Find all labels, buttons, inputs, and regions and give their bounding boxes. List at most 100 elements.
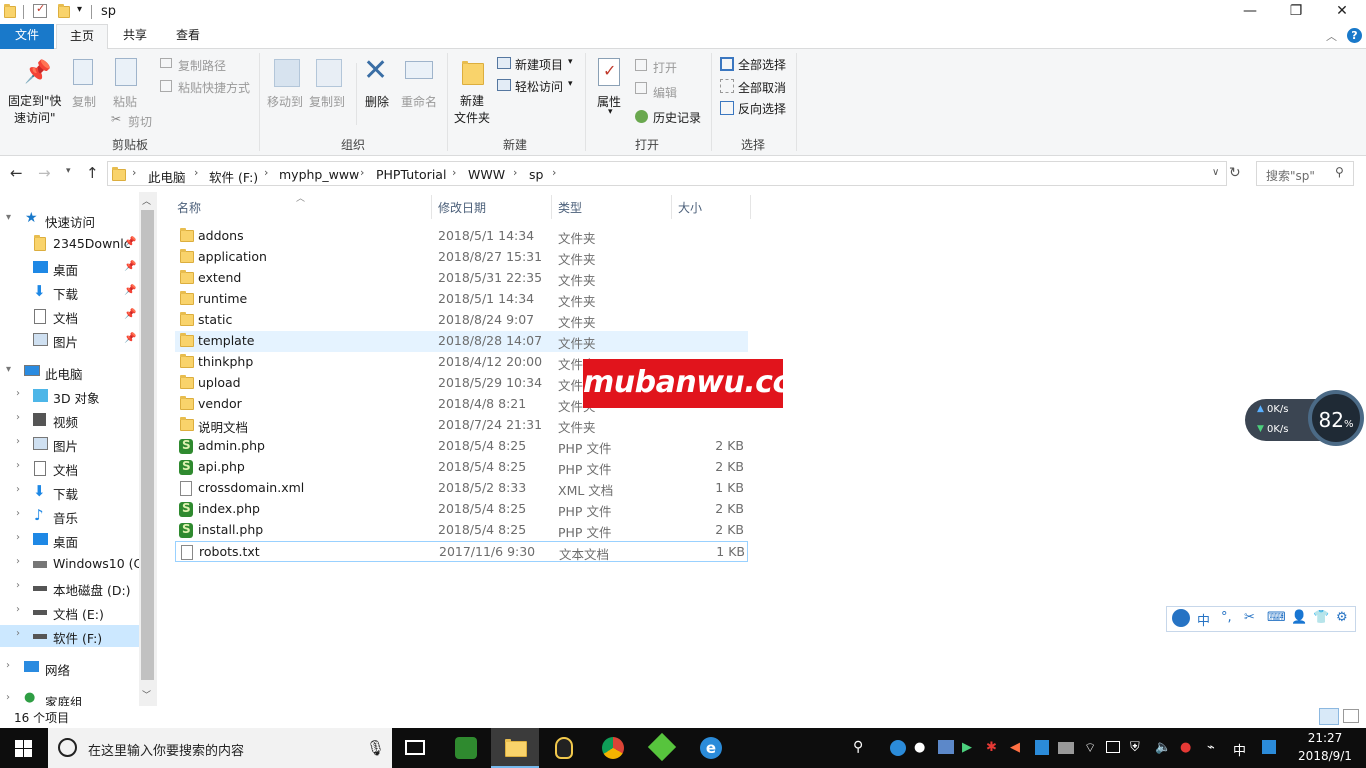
breadcrumb-chevron-icon[interactable]: › xyxy=(513,166,517,179)
punctuation-icon[interactable]: °, xyxy=(1221,610,1232,625)
skin-icon[interactable]: 👕 xyxy=(1313,610,1329,625)
nav-scrollbar-thumb[interactable] xyxy=(141,210,154,680)
pin-to-quick-access-button[interactable]: 固定到"快 速访问" xyxy=(8,93,62,127)
history-button[interactable]: 历史记录 xyxy=(653,109,701,126)
cut-button[interactable]: 剪切 xyxy=(128,113,152,130)
scroll-up-icon[interactable]: ︿ xyxy=(142,194,151,207)
breadcrumb-www[interactable]: WWW xyxy=(468,167,505,182)
nav-quick-desktop[interactable]: 桌面 📌 xyxy=(0,257,139,279)
tray-app-icon[interactable] xyxy=(1058,742,1074,754)
nav-drive-c[interactable]: › Windows10 (C: xyxy=(0,553,139,575)
back-arrow-icon[interactable]: ← xyxy=(10,164,23,182)
edit-button[interactable]: 编辑 xyxy=(653,84,677,101)
properties-qa-icon[interactable]: ✓ xyxy=(33,2,47,18)
nav-3d-objects[interactable]: › 3D 对象 xyxy=(0,385,139,407)
address-bar[interactable]: › 此电脑 › 软件 (F:) › myphp_www › PHPTutoria… xyxy=(107,161,1227,186)
paste-button[interactable]: 粘贴 xyxy=(113,93,137,110)
file-row[interactable]: runtime 2018/5/1 14:34 文件夹 xyxy=(175,289,748,310)
nav-quick-2345downloads[interactable]: 2345Downlc 📌 xyxy=(0,233,139,255)
minimize-button[interactable]: — xyxy=(1227,0,1273,24)
file-row[interactable]: api.php 2018/5/4 8:25 PHP 文件 2 KB xyxy=(175,457,748,478)
move-to-button[interactable]: 移动到 xyxy=(267,93,303,110)
tray-app-icon[interactable] xyxy=(938,740,954,754)
taskbar-app-chrome[interactable] xyxy=(589,728,637,768)
volume-icon[interactable]: 🔈 xyxy=(1155,740,1171,755)
close-button[interactable]: ✕ xyxy=(1319,0,1365,24)
microphone-icon[interactable]: 🎙 xyxy=(366,739,385,757)
forward-arrow-icon[interactable]: → xyxy=(38,164,51,182)
nav-music[interactable]: › ♪ 音乐 xyxy=(0,505,139,527)
expand-chevron-icon[interactable]: ▾ xyxy=(6,212,11,223)
user-icon[interactable]: 👤 xyxy=(1291,610,1307,625)
column-header-type[interactable]: 类型 xyxy=(558,199,582,216)
breadcrumb-chevron-icon[interactable]: › xyxy=(552,166,556,179)
nav-drive-f[interactable]: › 软件 (F:) xyxy=(0,625,139,647)
taskbar-app-ie[interactable]: e xyxy=(687,728,735,768)
tray-app-icon[interactable] xyxy=(890,740,906,756)
expand-chevron-icon[interactable]: › xyxy=(6,660,10,671)
taskbar-date[interactable]: 2018/9/1 xyxy=(1290,749,1360,763)
nav-network[interactable]: › 网络 xyxy=(0,657,139,679)
breadcrumb-sp[interactable]: sp xyxy=(529,167,543,182)
expand-chevron-icon[interactable]: › xyxy=(16,436,20,447)
battery-icon[interactable] xyxy=(1106,741,1120,753)
taskbar-app-file-explorer[interactable] xyxy=(491,728,539,768)
expand-chevron-icon[interactable]: › xyxy=(16,388,20,399)
nav-drive-e[interactable]: › 文档 (E:) xyxy=(0,601,139,623)
nav-homegroup[interactable]: › ● 家庭组 xyxy=(0,689,139,706)
nav-pictures[interactable]: › 图片 xyxy=(0,433,139,455)
task-view-icon[interactable] xyxy=(405,740,425,755)
address-history-chevron-icon[interactable]: ∨ xyxy=(1212,167,1219,178)
nav-quick-downloads[interactable]: ⬇ 下载 📌 xyxy=(0,281,139,303)
tray-app-icon[interactable]: ▶ xyxy=(962,740,972,755)
tab-home[interactable]: 主页 xyxy=(56,24,109,50)
new-folder-qa-icon[interactable] xyxy=(58,4,70,18)
file-row[interactable]: 说明文档 2018/7/24 21:31 文件夹 xyxy=(175,415,748,436)
nav-drive-d[interactable]: › 本地磁盘 (D:) xyxy=(0,577,139,599)
tray-app-icon[interactable]: ◀ xyxy=(1010,740,1020,755)
column-header-date[interactable]: 修改日期 xyxy=(438,199,486,216)
select-none-button[interactable]: 全部取消 xyxy=(738,79,786,96)
taskbar-time[interactable]: 21:27 xyxy=(1290,731,1360,745)
breadcrumb-chevron-icon[interactable]: › xyxy=(360,166,364,179)
taskbar-app-qq[interactable] xyxy=(540,728,588,768)
scroll-down-icon[interactable]: ﹀ xyxy=(142,688,151,701)
expand-chevron-icon[interactable]: › xyxy=(16,580,20,591)
tab-share[interactable]: 共享 xyxy=(110,24,160,49)
file-row[interactable]: admin.php 2018/5/4 8:25 PHP 文件 2 KB xyxy=(175,436,748,457)
wechat-icon[interactable]: ● xyxy=(914,740,925,755)
copy-button[interactable]: 复制 xyxy=(72,93,96,110)
delete-button[interactable]: 删除 xyxy=(365,93,389,110)
file-row[interactable]: addons 2018/5/1 14:34 文件夹 xyxy=(175,226,748,247)
memory-gauge[interactable]: 82% xyxy=(1308,390,1364,446)
nav-quick-documents[interactable]: 文档 📌 xyxy=(0,305,139,327)
taskbar-app-thunder[interactable] xyxy=(638,728,686,768)
expand-chevron-icon[interactable]: › xyxy=(16,628,20,639)
maximize-button[interactable]: ❐ xyxy=(1273,0,1319,24)
collapse-ribbon-chevron-icon[interactable]: ︿ xyxy=(1326,28,1337,44)
shield-icon[interactable]: ⛨ xyxy=(1130,740,1140,755)
search-input[interactable]: 搜索"sp" ⚲ xyxy=(1256,161,1354,186)
breadcrumb-phptutorial[interactable]: PHPTutorial xyxy=(376,167,446,182)
tray-app-icon[interactable] xyxy=(1035,740,1049,755)
tab-view[interactable]: 查看 xyxy=(163,24,213,49)
gear-icon[interactable]: ⚙ xyxy=(1336,610,1348,625)
breadcrumb-drive-f[interactable]: 软件 (F:) xyxy=(209,167,258,186)
details-view-icon[interactable] xyxy=(1319,708,1339,725)
breadcrumb-chevron-icon[interactable]: › xyxy=(194,166,198,179)
nav-videos[interactable]: › 视频 xyxy=(0,409,139,431)
ime-indicator[interactable]: 中 xyxy=(1233,740,1246,759)
new-folder-button[interactable]: 新建 文件夹 xyxy=(454,93,490,127)
expand-chevron-icon[interactable]: › xyxy=(16,604,20,615)
breadcrumb-chevron-icon[interactable]: › xyxy=(132,166,136,179)
expand-chevron-icon[interactable]: › xyxy=(16,412,20,423)
expand-chevron-icon[interactable]: ▾ xyxy=(6,364,11,375)
expand-chevron-icon[interactable]: › xyxy=(16,460,20,471)
tab-file[interactable]: 文件 xyxy=(0,24,54,49)
file-row[interactable]: template 2018/8/28 14:07 文件夹 xyxy=(175,331,748,352)
paste-shortcut-button[interactable]: 粘贴快捷方式 xyxy=(178,79,250,96)
new-item-button[interactable]: 新建项目 xyxy=(515,56,563,73)
ime-logo-icon[interactable] xyxy=(1172,609,1190,627)
breadcrumb-chevron-icon[interactable]: › xyxy=(452,166,456,179)
up-arrow-icon[interactable]: ↑ xyxy=(86,164,99,182)
